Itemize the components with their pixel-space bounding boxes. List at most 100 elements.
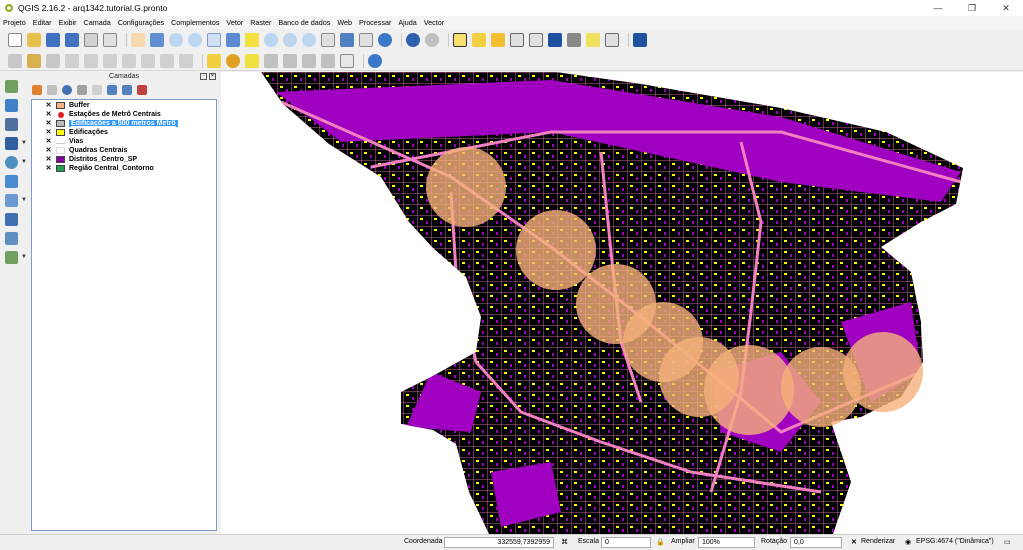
label-rotate-icon[interactable] xyxy=(283,53,297,68)
layer-checkbox[interactable]: ✕ xyxy=(45,138,52,145)
layer-checkbox[interactable]: ✕ xyxy=(45,165,52,172)
zoom-selection-icon[interactable] xyxy=(245,33,259,47)
label-move-icon[interactable] xyxy=(264,53,278,68)
layer-checkbox[interactable]: ✕ xyxy=(45,102,52,109)
dropdown-arrow-icon[interactable]: ▼ xyxy=(21,140,27,146)
map-canvas[interactable] xyxy=(221,72,1023,534)
zoom-native-icon[interactable] xyxy=(207,33,221,47)
add-delimited-text-icon[interactable] xyxy=(5,213,18,226)
layer-checkbox[interactable]: ✕ xyxy=(45,156,52,163)
save-project-icon[interactable] xyxy=(46,33,60,47)
paste-features-icon[interactable] xyxy=(179,53,193,68)
close-button[interactable]: ✕ xyxy=(989,0,1023,16)
filter-legend-icon[interactable] xyxy=(77,85,87,95)
menu-vector[interactable]: Vector xyxy=(424,18,444,27)
zoom-out-icon[interactable] xyxy=(188,33,202,47)
text-annotation-icon[interactable] xyxy=(605,33,619,47)
zoom-in-icon[interactable] xyxy=(169,33,183,47)
menu-editar[interactable]: Editar xyxy=(33,18,52,27)
add-group-icon[interactable] xyxy=(47,85,57,95)
zoom-layer-icon[interactable] xyxy=(264,33,278,47)
run-action-icon[interactable] xyxy=(425,33,439,47)
map-tips-icon[interactable] xyxy=(586,33,600,47)
python-console-icon[interactable] xyxy=(368,53,382,68)
zoom-next-icon[interactable] xyxy=(302,33,316,47)
filter-expression-icon[interactable] xyxy=(92,85,102,95)
add-wcs-layer-icon[interactable] xyxy=(5,175,18,188)
zoom-last-icon[interactable] xyxy=(283,33,297,47)
minimize-button[interactable]: — xyxy=(921,0,955,16)
crs-globe-icon[interactable]: ◉ xyxy=(905,538,911,546)
layer-item-distritos[interactable]: ✕ Distritos_Centro_SP xyxy=(32,155,216,164)
scale-field[interactable]: 0 xyxy=(601,537,651,548)
layer-checkbox[interactable]: ✕ xyxy=(45,120,52,127)
menu-banco-de-dados[interactable]: Banco de dados xyxy=(278,18,330,27)
menu-web[interactable]: Web xyxy=(337,18,352,27)
save-as-icon[interactable] xyxy=(65,33,79,47)
refresh-icon[interactable] xyxy=(378,33,392,47)
layer-checkbox[interactable]: ✕ xyxy=(45,111,52,118)
toggle-extents-icon[interactable]: ⌘ xyxy=(561,538,568,546)
menu-processar[interactable]: Processar xyxy=(359,18,391,27)
style-manager-icon[interactable] xyxy=(32,85,42,95)
new-map-view-icon[interactable] xyxy=(321,33,335,47)
node-tool-icon[interactable] xyxy=(103,53,117,68)
select-features-icon[interactable] xyxy=(453,33,467,47)
magnify-field[interactable]: 100% xyxy=(698,537,755,548)
select-by-value-icon[interactable] xyxy=(472,33,486,47)
remove-layer-icon[interactable] xyxy=(137,85,147,95)
rotation-field[interactable]: 0,0 xyxy=(790,537,842,548)
layer-checkbox[interactable]: ✕ xyxy=(45,129,52,136)
menu-ajuda[interactable]: Ajuda xyxy=(398,18,416,27)
statistics-icon[interactable] xyxy=(548,33,562,47)
add-virtual-layer-icon[interactable] xyxy=(5,251,18,264)
layer-item-quadras[interactable]: ✕ Quadras Centrais xyxy=(32,146,216,155)
identify-icon[interactable] xyxy=(406,33,420,47)
add-postgis-icon[interactable] xyxy=(5,137,18,150)
manage-visibility-icon[interactable] xyxy=(62,85,72,95)
help-icon[interactable] xyxy=(633,33,647,47)
label-change-icon[interactable] xyxy=(302,53,316,68)
menu-camada[interactable]: Camada xyxy=(84,18,111,27)
float-panel-icon[interactable]: ▫ xyxy=(200,73,207,80)
menu-projeto[interactable]: Projeto xyxy=(3,18,26,27)
layer-item-estacoes[interactable]: ✕ Estações de Metrô Centrais xyxy=(32,110,216,119)
composer-manager-icon[interactable] xyxy=(103,33,117,47)
cut-features-icon[interactable] xyxy=(141,53,155,68)
messages-icon[interactable]: ▭ xyxy=(1004,538,1011,546)
label-tool-icon[interactable] xyxy=(207,53,221,68)
show-bookmarks-icon[interactable] xyxy=(359,33,373,47)
crs-status[interactable]: EPSG:4674 ("Dinâmica") xyxy=(916,538,994,545)
menu-complementos[interactable]: Complementos xyxy=(171,18,219,27)
dropdown-arrow-icon[interactable]: ▼ xyxy=(21,197,27,203)
measure-icon[interactable] xyxy=(567,33,581,47)
layer-checkbox[interactable]: ✕ xyxy=(45,147,52,154)
coordinate-field[interactable]: 332559,7392959 xyxy=(444,537,554,548)
maximize-button[interactable]: ❐ xyxy=(955,0,989,16)
layer-item-vias[interactable]: ✕ Vias xyxy=(32,137,216,146)
new-bookmark-icon[interactable] xyxy=(340,33,354,47)
label-highlight-icon[interactable] xyxy=(245,53,259,68)
move-feature-icon[interactable] xyxy=(84,53,98,68)
attribute-table-icon[interactable] xyxy=(510,33,524,47)
toggle-editing-icon[interactable] xyxy=(27,53,41,68)
deselect-icon[interactable] xyxy=(491,33,505,47)
dropdown-arrow-icon[interactable]: ▼ xyxy=(21,254,27,260)
field-calculator-icon[interactable] xyxy=(529,33,543,47)
lock-scale-icon[interactable]: 🔒 xyxy=(656,538,665,546)
menu-configuracoes[interactable]: Configurações xyxy=(118,18,164,27)
label-show-icon[interactable] xyxy=(321,53,335,68)
current-edits-icon[interactable] xyxy=(8,53,22,68)
expand-all-icon[interactable] xyxy=(107,85,117,95)
layer-item-edificacoes-500m[interactable]: ✕ Edificações a 500 metros Metrô xyxy=(32,119,216,128)
add-feature-icon[interactable] xyxy=(65,53,79,68)
add-wfs-layer-icon[interactable] xyxy=(5,194,18,207)
layer-item-edificacoes[interactable]: ✕ Edificações xyxy=(32,128,216,137)
add-vector-layer-icon[interactable] xyxy=(5,80,18,93)
add-raster-layer-icon[interactable] xyxy=(5,99,18,112)
label-pin-icon[interactable] xyxy=(226,53,240,68)
new-project-icon[interactable] xyxy=(8,33,22,47)
save-edits-icon[interactable] xyxy=(46,53,60,68)
copy-features-icon[interactable] xyxy=(160,53,174,68)
close-panel-icon[interactable]: ✕ xyxy=(209,73,216,80)
